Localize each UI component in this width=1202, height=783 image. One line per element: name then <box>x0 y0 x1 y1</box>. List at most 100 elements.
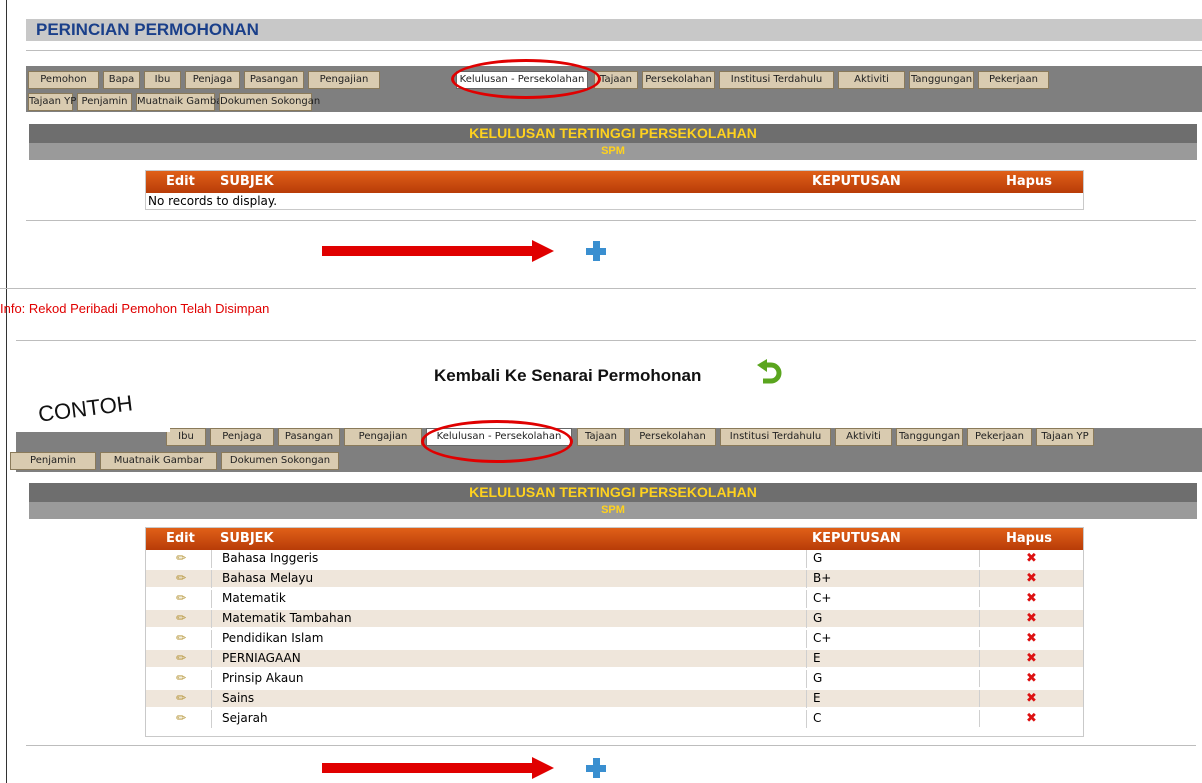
tab-tajaan-yp[interactable]: Tajaan YP <box>28 93 76 111</box>
annotation-arrow <box>322 757 554 779</box>
tab-penjamin[interactable]: Penjamin <box>77 93 132 111</box>
tab-pekerjaan[interactable]: Pekerjaan <box>978 71 1049 89</box>
blue-plus-icon <box>586 241 606 261</box>
tab-dokumen-sokongan[interactable]: Dokumen Sokongan <box>221 452 339 470</box>
column-divider <box>979 650 981 667</box>
red-x-icon[interactable]: ✖ <box>1026 711 1037 726</box>
green-undo-arrow-icon <box>757 359 782 384</box>
tab-aktiviti[interactable]: Aktiviti <box>838 71 905 89</box>
tab-penjaga[interactable]: Penjaga <box>210 428 274 446</box>
highlight-ellipse-bottom <box>421 420 573 463</box>
tab-tajaan-yp[interactable]: Tajaan YP <box>1036 428 1094 446</box>
column-divider <box>979 690 981 707</box>
table-row: ✏ Bahasa Inggeris G ✖ <box>146 550 1083 568</box>
result-cell: C+ <box>806 590 831 608</box>
add-record-button[interactable] <box>585 240 607 262</box>
divider <box>26 745 1196 746</box>
result-cell: E <box>806 650 821 668</box>
pencil-icon[interactable]: ✏ <box>176 591 186 605</box>
back-button[interactable] <box>757 359 785 388</box>
pencil-icon[interactable]: ✏ <box>176 671 186 685</box>
info-message: Info: Rekod Peribadi Pemohon Telah Disim… <box>0 301 270 316</box>
add-record-button[interactable] <box>585 757 607 779</box>
table-row: ✏ Matematik Tambahan G ✖ <box>146 610 1083 628</box>
results-grid: Edit SUBJEK KEPUTUSAN Hapus ✏ Bahasa Ingg… <box>145 527 1084 737</box>
grid-header-delete: Hapus <box>1006 531 1052 546</box>
tab-muatnaik-gambar[interactable]: Muatnaik Gambar <box>100 452 217 470</box>
table-row: ✏ Pendidikan Islam C+ ✖ <box>146 630 1083 648</box>
column-divider <box>979 710 981 727</box>
tab-pasangan[interactable]: Pasangan <box>244 71 304 89</box>
subject-cell: Sejarah <box>211 710 268 728</box>
pencil-icon[interactable]: ✏ <box>176 691 186 705</box>
result-cell: E <box>806 690 821 708</box>
empty-message: No records to display. <box>148 194 278 208</box>
tab-tanggungan[interactable]: Tanggungan <box>909 71 974 89</box>
red-x-icon[interactable]: ✖ <box>1026 671 1037 686</box>
tab-dokumen-sokongan[interactable]: Dokumen Sokongan <box>219 93 320 111</box>
table-row: ✏ PERNIAGAAN E ✖ <box>146 650 1083 668</box>
tab-persekolahan[interactable]: Persekolahan <box>642 71 715 89</box>
tab-ibu[interactable]: Ibu <box>144 71 181 89</box>
result-cell: G <box>806 550 822 568</box>
grid-header-result: KEPUTUSAN <box>812 174 901 189</box>
table-row: ✏ Prinsip Akaun G ✖ <box>146 670 1083 688</box>
red-x-icon[interactable]: ✖ <box>1026 571 1037 586</box>
tab-persekolahan[interactable]: Persekolahan <box>629 428 716 446</box>
table-row: ✏ Sejarah C ✖ <box>146 710 1083 728</box>
tab-penjamin[interactable]: Penjamin <box>10 452 96 470</box>
subject-cell: Matematik <box>211 590 286 608</box>
tab-aktiviti[interactable]: Aktiviti <box>835 428 892 446</box>
section-subtitle: SPM <box>29 502 1197 519</box>
tab-strip-top: Pemohon Bapa Ibu Penjaga Pasangan Pengajian Ke… <box>26 66 1202 112</box>
tab-tajaan[interactable]: Tajaan <box>577 428 625 446</box>
tab-pasangan[interactable]: Pasangan <box>278 428 340 446</box>
grid-header: Edit SUBJEK KEPUTUSAN Hapus <box>146 171 1083 193</box>
tab-pengajian[interactable]: Pengajian <box>308 71 380 89</box>
section-title: KELULUSAN TERTINGGI PERSEKOLAHAN <box>29 483 1197 502</box>
pencil-icon[interactable]: ✏ <box>176 571 186 585</box>
divider <box>26 50 1202 51</box>
grid-header-subject: SUBJEK <box>220 174 274 189</box>
red-x-icon[interactable]: ✖ <box>1026 691 1037 706</box>
column-divider <box>979 670 981 687</box>
pencil-icon[interactable]: ✏ <box>176 611 186 625</box>
column-divider <box>979 570 981 587</box>
red-x-icon[interactable]: ✖ <box>1026 591 1037 606</box>
tab-tanggungan[interactable]: Tanggungan <box>896 428 963 446</box>
tab-pemohon[interactable]: Pemohon <box>28 71 99 89</box>
result-cell: G <box>806 670 822 688</box>
red-x-icon[interactable]: ✖ <box>1026 611 1037 626</box>
red-x-icon[interactable]: ✖ <box>1026 651 1037 666</box>
pencil-icon[interactable]: ✏ <box>176 651 186 665</box>
result-cell: C <box>806 710 821 728</box>
subject-cell: Bahasa Melayu <box>211 570 313 588</box>
tab-ibu[interactable]: Ibu <box>166 428 206 446</box>
subject-cell: Matematik Tambahan <box>211 610 352 628</box>
tab-bapa[interactable]: Bapa <box>103 71 140 89</box>
results-grid-empty: Edit SUBJEK KEPUTUSAN Hapus No records t… <box>145 170 1084 210</box>
subject-cell: PERNIAGAAN <box>211 650 301 668</box>
red-x-icon[interactable]: ✖ <box>1026 551 1037 566</box>
back-to-list-link[interactable]: Kembali Ke Senarai Permohonan <box>434 366 701 386</box>
grid-header: Edit SUBJEK KEPUTUSAN Hapus <box>146 528 1083 550</box>
tab-pengajian[interactable]: Pengajian <box>344 428 422 446</box>
column-divider <box>979 610 981 627</box>
tab-strip-bottom: Ibu Penjaga Pasangan Pengajian Kelulusan - P… <box>10 428 1202 472</box>
pencil-icon[interactable]: ✏ <box>176 551 186 565</box>
pencil-icon[interactable]: ✏ <box>176 711 186 725</box>
tab-muatnaik-gambar[interactable]: Muatnaik Gambar <box>136 93 226 111</box>
highlight-ellipse-top <box>451 59 601 99</box>
tab-penjaga[interactable]: Penjaga <box>185 71 240 89</box>
pencil-icon[interactable]: ✏ <box>176 631 186 645</box>
tab-institusi-terdahulu[interactable]: Institusi Terdahulu <box>720 428 831 446</box>
subject-cell: Sains <box>211 690 254 708</box>
table-row: ✏ Matematik C+ ✖ <box>146 590 1083 608</box>
table-row: ✏ Bahasa Melayu B+ ✖ <box>146 570 1083 588</box>
subject-cell: Prinsip Akaun <box>211 670 303 688</box>
tab-pekerjaan[interactable]: Pekerjaan <box>967 428 1032 446</box>
grid-header-result: KEPUTUSAN <box>812 531 901 546</box>
tab-institusi-terdahulu[interactable]: Institusi Terdahulu <box>719 71 834 89</box>
red-x-icon[interactable]: ✖ <box>1026 631 1037 646</box>
grid-header-edit: Edit <box>166 531 195 546</box>
